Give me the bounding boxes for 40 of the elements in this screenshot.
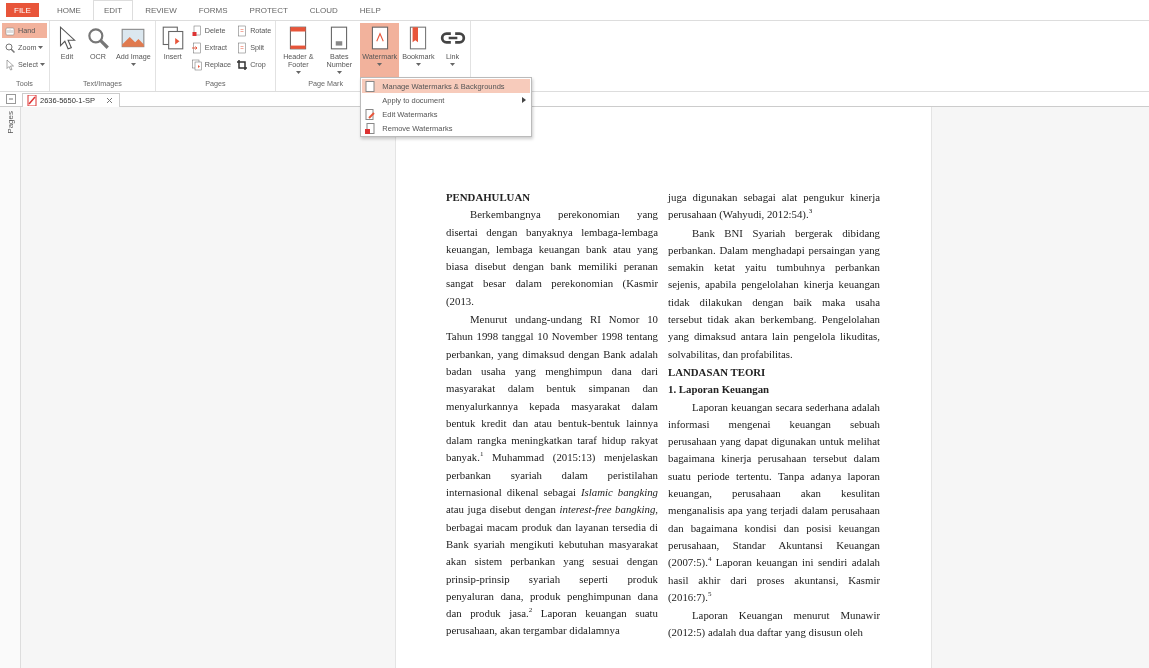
- page-icon: [365, 80, 376, 92]
- caret-icon: [130, 62, 136, 66]
- caret-icon: [415, 62, 421, 66]
- ribbon-tab[interactable]: HOME: [46, 0, 91, 20]
- magnifier-icon: [4, 41, 16, 54]
- subsection-heading: 1. Laporan Keuangan: [668, 382, 771, 398]
- page-remove-icon: [365, 122, 376, 134]
- pages-icon: [190, 58, 203, 71]
- page-icon: [236, 24, 249, 37]
- caret-icon: [40, 63, 45, 66]
- caret-icon: [450, 62, 456, 66]
- ribbon-tab[interactable]: CLOUD: [299, 0, 348, 20]
- ribbon-tab[interactable]: EDIT: [92, 0, 134, 21]
- page-icon: [190, 24, 203, 37]
- paragraph: Bank BNI Syariah bergerak dibidang perbankan. Dalam menghadapi persaingan yang semakin ketat yaitu tumbuhnya perbankan sejenis, apabila pengelolahan kinerja keuangan tidak dilakukan dengan baik maka usaha tersebut tidak akan berkembang. Pengelolahan yang dimaksud antara lain pengelola likuditas, solvabilitas, dan profabilitas.: [668, 225, 880, 362]
- pages-panel-tab[interactable]: Pages: [6, 111, 15, 134]
- caret-icon: [295, 70, 301, 74]
- ribbon-tab[interactable]: FORMS: [188, 0, 238, 20]
- page-icon: [236, 41, 249, 54]
- page-edit-icon: [365, 108, 376, 120]
- paragraph: Berkembangnya perekonomian yang disertai dengan banyaknya lembaga-lembaga keuangan, lembaga keuangan bank atau yang biasa disebut dengan bank memiliki peranan sangat besar dalam perekonomian (Kasmir (2013.: [446, 207, 658, 309]
- panel-toggle-icon[interactable]: [6, 94, 16, 104]
- paragraph: Laporan Keuangan menurut Munawir (2012:5) adalah dua daftar yang disusun oleh: [668, 608, 880, 641]
- ribbon-tab[interactable]: REVIEW: [135, 0, 187, 20]
- paragraph: Menurut undang-undang RI Nomor 10 Tahun 1998 tanggal 10 November 1998 tentang perbankan, yang dimaksud dengan Bank adalah badan usaha yang menghimpun dana dari masyarakat dalam bentuk simpanan dan menyalurkannya kepada masyarakat dalam bentuk kredit dan atau bentuk-bentuk lainnya dalam rangka meningkatkan taraf hidup rakyat banyak.$^{1}$ Muhammad (2015:13) menjelaskan perbankan syariah dalam peristilahan internasional dikenal sebagai Islamic bangking atau juga disebut dengan interest-free bangking, berbagai macam produk dan layanan tersedia di Bank syariah mengikuti kebutuhan masyarakat akan sistem perbankan yang sesuai dengan prinsip-prinsip syariah seperti produk penyaluran dana, produk penghimpunan dana dan produk jasa.$^{2}$ Laporan keuangan suatu perusahaan, akan tergambar didalamnya: [446, 312, 658, 639]
- caret-icon: [336, 70, 342, 74]
- cursor-icon: [4, 58, 16, 71]
- close-icon[interactable]: [106, 96, 114, 104]
- section-heading: PENDAHULUAN: [446, 190, 531, 205]
- magnifier-icon: [85, 25, 111, 51]
- caret-icon: [377, 62, 383, 66]
- ribbon-tab[interactable]: HELP: [349, 0, 391, 20]
- section-heading: LANDASAN TEORI: [668, 364, 767, 380]
- ribbon-tab[interactable]: PROTECT: [239, 0, 298, 20]
- paragraph: Laporan keuangan secara sederhana adalah informasi mengenai keuangan sebuah perusahaan yang dapat digunakan untuk melihat bagaimana kinerja perusahaan tersebut dalam suatu periode tertentu. Tanpa adanya laporan keuangan, perusahaan akan kesulitan menganalisis apa yang terjadi dalam perusahaan dan bagaimana kondisi dan posisi keuangan perusahaan, Standar Akuntansi Keuangan (2007:5).$^{4}$ Laporan keuangan ini sendiri adalah hasil akhir dari proses akuntansi, Kasmir (2016:7).$^{5}$: [668, 399, 880, 605]
- submenu-arrow-icon: [522, 97, 527, 103]
- paragraph: juga digunakan sebagai alat pengukur kinerja perusahaan (Wahyudi, 2012:54).$^{3}$: [668, 190, 880, 223]
- crop-icon: [236, 58, 249, 71]
- caret-icon: [38, 46, 44, 49]
- file-menu-button[interactable]: FILE: [6, 3, 39, 17]
